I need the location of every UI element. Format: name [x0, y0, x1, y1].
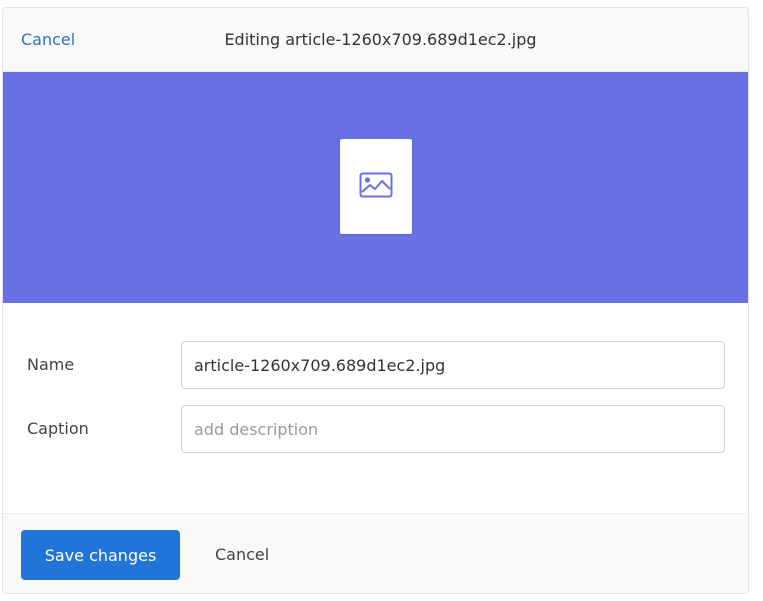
name-input[interactable]: [181, 341, 725, 389]
image-thumbnail: [340, 139, 412, 234]
caption-input[interactable]: [181, 405, 725, 453]
caption-row: Caption: [3, 405, 748, 453]
name-row: Name: [3, 341, 748, 389]
image-details-form: Name Caption: [3, 303, 748, 513]
edit-image-dialog: Cancel Editing article-1260x709.689d1ec2…: [2, 7, 749, 594]
dialog-title: Editing article-1260x709.689d1ec2.jpg: [224, 30, 537, 49]
dialog-header: Cancel Editing article-1260x709.689d1ec2…: [3, 8, 748, 72]
footer-cancel-button[interactable]: Cancel: [215, 545, 269, 565]
image-icon: [359, 172, 393, 202]
dialog-footer: Save changes Cancel: [3, 513, 748, 593]
image-preview-area: [3, 72, 748, 303]
save-changes-button[interactable]: Save changes: [21, 530, 180, 580]
caption-label: Caption: [27, 419, 89, 438]
name-label: Name: [27, 355, 75, 374]
